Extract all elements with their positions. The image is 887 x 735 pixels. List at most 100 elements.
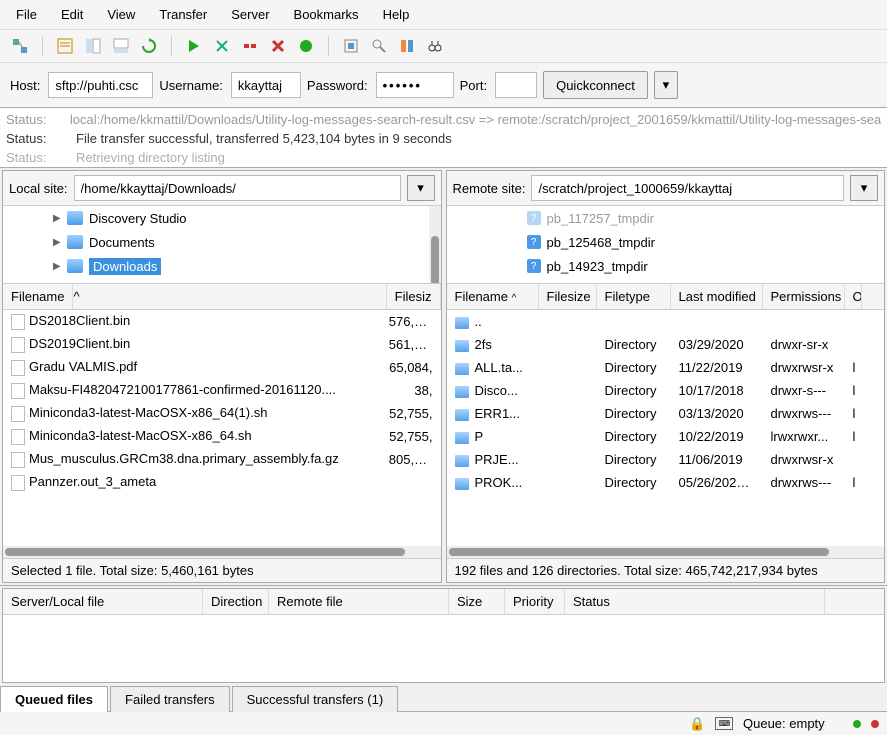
- tree-item[interactable]: ▶Documents: [3, 230, 441, 254]
- indicator-green: [853, 720, 861, 728]
- toggle-queue-icon[interactable]: [111, 36, 131, 56]
- queue-col[interactable]: Direction: [203, 589, 269, 614]
- tree-item[interactable]: ▶Downloads: [3, 254, 441, 278]
- col-filesize[interactable]: Filesize: [539, 284, 597, 309]
- file-row[interactable]: Mus_musculus.GRCm38.dna.primary_assembly…: [3, 448, 441, 471]
- scrollbar[interactable]: [429, 206, 441, 283]
- password-label: Password:: [307, 78, 368, 93]
- lock-icon[interactable]: 🔒: [689, 716, 705, 732]
- col-filename[interactable]: Filename ^: [447, 284, 539, 309]
- queue-col[interactable]: Remote file: [269, 589, 449, 614]
- menu-file[interactable]: File: [4, 2, 49, 27]
- file-panes: Local site: ▾ ▶Discovery Studio▶Document…: [0, 168, 887, 586]
- queue-tab[interactable]: Successful transfers (1): [232, 686, 399, 712]
- col-filetype[interactable]: Filetype: [597, 284, 671, 309]
- file-row[interactable]: ALL.ta...Directory11/22/2019drwxrwsr-xl: [447, 356, 885, 379]
- compare-icon[interactable]: [369, 36, 389, 56]
- refresh-icon[interactable]: [139, 36, 159, 56]
- file-row[interactable]: PRJE...Directory11/06/2019drwxrwsr-x: [447, 448, 885, 471]
- queue-col[interactable]: Server/Local file: [3, 589, 203, 614]
- queue-col[interactable]: Status: [565, 589, 825, 614]
- expand-icon[interactable]: ▶: [53, 213, 61, 224]
- file-row[interactable]: Pannzer.out_3_ameta: [3, 471, 441, 494]
- folder-icon: [455, 340, 469, 352]
- col-filename[interactable]: Filename: [3, 284, 73, 309]
- local-path-dropdown[interactable]: ▾: [407, 175, 435, 201]
- queue-tabs: Queued filesFailed transfersSuccessful t…: [0, 685, 887, 711]
- remote-path-input[interactable]: [531, 175, 844, 201]
- folder-icon: [455, 455, 469, 467]
- sitemanager-icon[interactable]: [10, 36, 30, 56]
- menu-transfer[interactable]: Transfer: [147, 2, 219, 27]
- sync-icon[interactable]: [397, 36, 417, 56]
- tree-item[interactable]: ?pb_150247_tmpdir: [447, 278, 885, 284]
- queue-tab[interactable]: Queued files: [0, 686, 108, 712]
- file-row[interactable]: ERR1...Directory03/13/2020drwxrws---l: [447, 402, 885, 425]
- tree-label: Discovery Studio: [89, 211, 187, 226]
- file-row[interactable]: Maksu-FI4820472100177861-confirmed-20161…: [3, 379, 441, 402]
- filter-icon[interactable]: [341, 36, 361, 56]
- col-permissions[interactable]: Permissions: [763, 284, 845, 309]
- menu-edit[interactable]: Edit: [49, 2, 95, 27]
- file-row[interactable]: Miniconda3-latest-MacOSX-x86_64.sh52,755…: [3, 425, 441, 448]
- stop-icon[interactable]: [296, 36, 316, 56]
- file-row[interactable]: Gradu VALMIS.pdf65,084,: [3, 356, 441, 379]
- reconnect-icon[interactable]: [268, 36, 288, 56]
- port-input[interactable]: [495, 72, 537, 98]
- file-row[interactable]: DS2018Client.bin576,561: [3, 310, 441, 333]
- menu-server[interactable]: Server: [219, 2, 281, 27]
- file-row[interactable]: PROK...Directory05/26/2020 ...drwxrws---…: [447, 471, 885, 494]
- col-modified[interactable]: Last modified: [671, 284, 763, 309]
- local-tree[interactable]: ▶ Discovery Studio ▶Documents▶Downloads: [3, 206, 441, 284]
- host-input[interactable]: [48, 72, 153, 98]
- menu-bookmarks[interactable]: Bookmarks: [282, 2, 371, 27]
- file-icon: [11, 383, 25, 399]
- process-queue-icon[interactable]: [184, 36, 204, 56]
- statusbar: 🔒 ⌨ Queue: empty: [0, 711, 887, 735]
- message-log[interactable]: Status:local:/home/kkmattil/Downloads/Ut…: [0, 108, 887, 168]
- col-filesize[interactable]: Filesiz: [387, 284, 441, 309]
- menubar: File Edit View Transfer Server Bookmarks…: [0, 0, 887, 30]
- quickconnect-dropdown[interactable]: ▾: [654, 71, 678, 99]
- file-row[interactable]: 2fsDirectory03/29/2020drwxr-sr-x: [447, 333, 885, 356]
- toggle-tree-icon[interactable]: [83, 36, 103, 56]
- toggle-log-icon[interactable]: [55, 36, 75, 56]
- remote-tree[interactable]: ?pb_117257_tmpdir?pb_125468_tmpdir?pb_14…: [447, 206, 885, 284]
- queue-tab[interactable]: Failed transfers: [110, 686, 230, 712]
- tree-item[interactable]: ?pb_117257_tmpdir: [447, 206, 885, 230]
- quickconnect-button[interactable]: Quickconnect: [543, 71, 648, 99]
- remote-site-label: Remote site:: [453, 181, 526, 196]
- queue-col[interactable]: Size: [449, 589, 505, 614]
- file-icon: [11, 452, 25, 468]
- file-row[interactable]: DS2019Client.bin561,623: [3, 333, 441, 356]
- menu-help[interactable]: Help: [371, 2, 422, 27]
- username-input[interactable]: [231, 72, 301, 98]
- scrollbar[interactable]: [447, 546, 885, 558]
- keyboard-icon[interactable]: ⌨: [715, 717, 733, 730]
- col-owner[interactable]: O: [845, 284, 862, 309]
- expand-icon[interactable]: ▶: [53, 261, 61, 272]
- scrollbar[interactable]: [3, 546, 441, 558]
- local-path-input[interactable]: [74, 175, 401, 201]
- file-row[interactable]: ..: [447, 310, 885, 333]
- toolbar: [0, 30, 887, 63]
- file-row[interactable]: PDirectory10/22/2019lrwxrwxr...l: [447, 425, 885, 448]
- tree-item[interactable]: ▶ Discovery Studio: [3, 206, 441, 230]
- cancel-icon[interactable]: [212, 36, 232, 56]
- queue-body[interactable]: [3, 615, 884, 682]
- unknown-icon: ?: [527, 235, 541, 249]
- tree-item[interactable]: ?pb_125468_tmpdir: [447, 230, 885, 254]
- remote-path-dropdown[interactable]: ▾: [850, 175, 878, 201]
- expand-icon[interactable]: ▶: [53, 237, 61, 248]
- file-row[interactable]: Miniconda3-latest-MacOSX-x86_64(1).sh52,…: [3, 402, 441, 425]
- tree-label: pb_150247_tmpdir: [547, 283, 655, 285]
- file-icon: [11, 337, 25, 353]
- file-row[interactable]: Disco...Directory10/17/2018drwxr-s---l: [447, 379, 885, 402]
- remote-file-list: Filename ^FilesizeFiletypeLast modifiedP…: [447, 284, 885, 582]
- queue-col[interactable]: Priority: [505, 589, 565, 614]
- password-input[interactable]: [376, 72, 454, 98]
- search-icon[interactable]: [425, 36, 445, 56]
- menu-view[interactable]: View: [95, 2, 147, 27]
- disconnect-icon[interactable]: [240, 36, 260, 56]
- tree-item[interactable]: ?pb_14923_tmpdir: [447, 254, 885, 278]
